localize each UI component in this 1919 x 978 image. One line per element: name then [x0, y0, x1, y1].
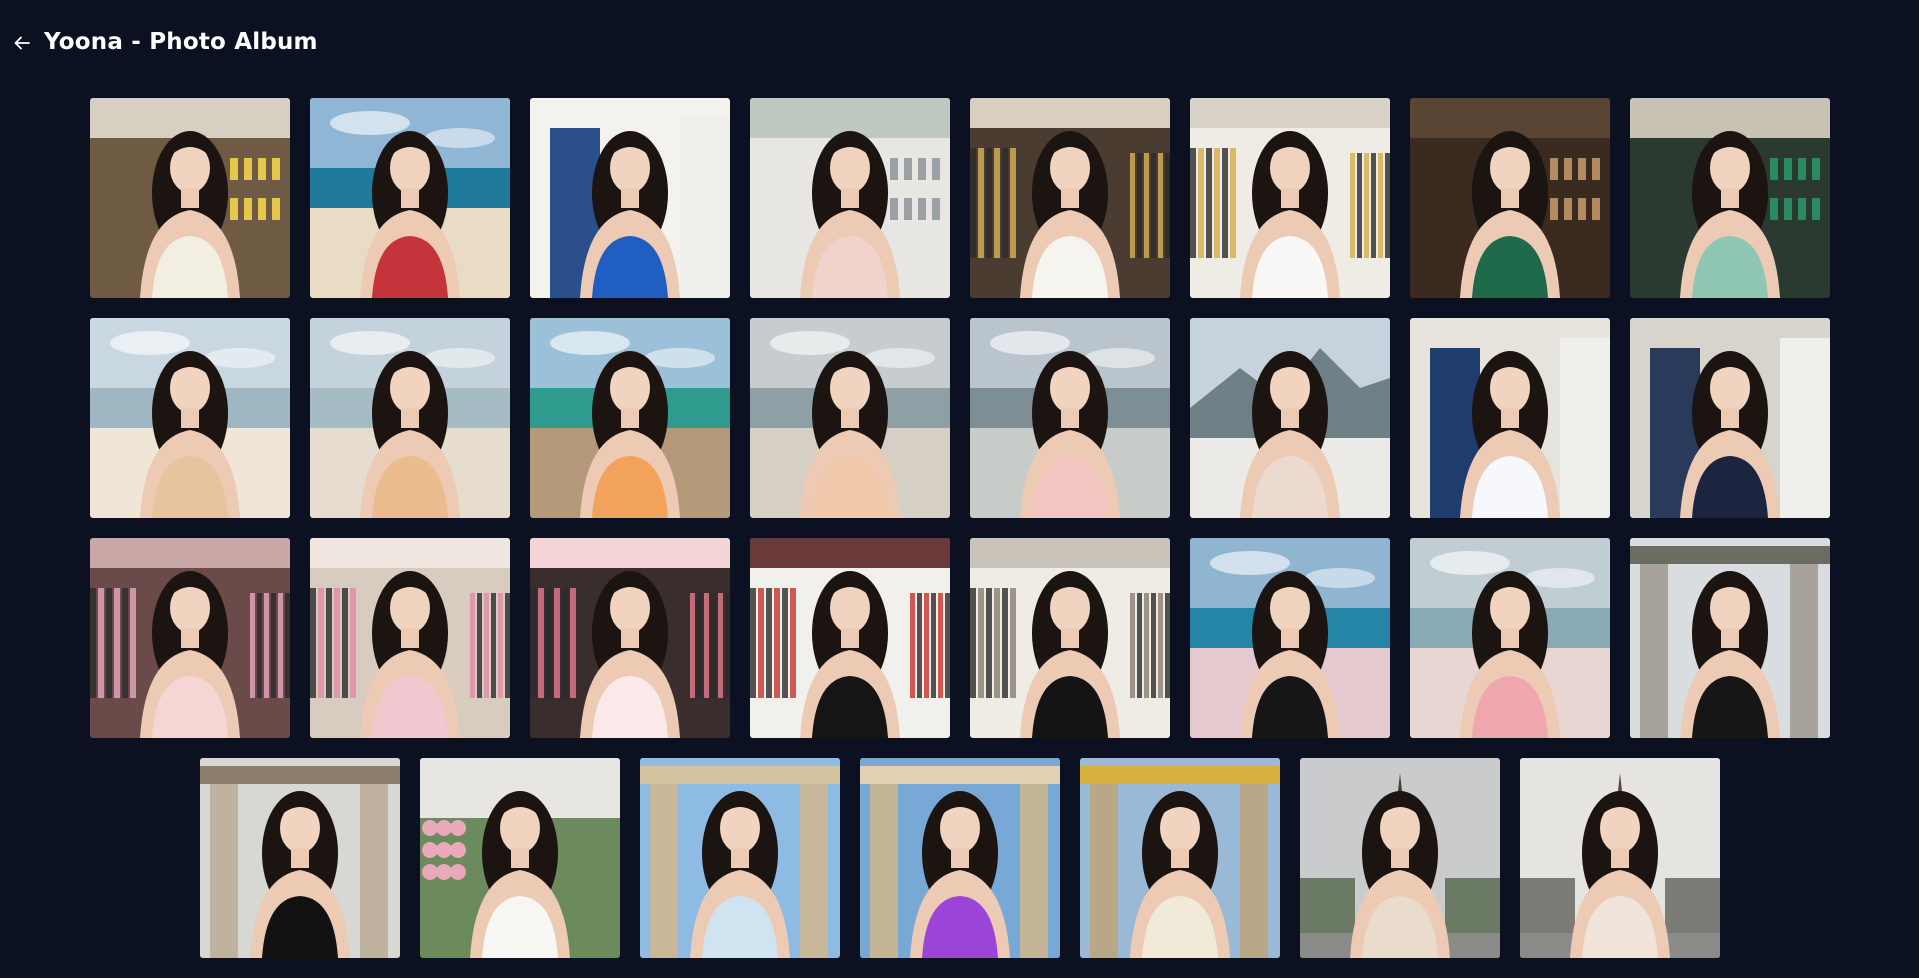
photo-thumbnail[interactable]	[859, 758, 1060, 958]
page-title: Yoona - Photo Album	[44, 29, 318, 55]
photo-thumbnail[interactable]	[1629, 98, 1830, 298]
photo-image	[1629, 318, 1830, 518]
photo-thumbnail[interactable]	[1629, 538, 1830, 738]
photo-image	[89, 318, 290, 518]
photo-thumbnail[interactable]	[1409, 98, 1610, 298]
photo-image	[199, 758, 400, 958]
photo-thumbnail[interactable]	[309, 318, 510, 518]
photo-thumbnail[interactable]	[529, 538, 730, 738]
photo-gallery	[0, 98, 1919, 978]
photo-image	[1409, 318, 1610, 518]
photo-image	[859, 758, 1060, 958]
photo-thumbnail[interactable]	[1409, 318, 1610, 518]
photo-thumbnail[interactable]	[969, 318, 1170, 518]
photo-image	[419, 758, 620, 958]
gallery-row	[0, 98, 1919, 298]
photo-image	[309, 98, 510, 298]
photo-image	[1629, 538, 1830, 738]
photo-image	[1189, 98, 1390, 298]
gallery-row	[0, 318, 1919, 518]
photo-image	[969, 98, 1170, 298]
photo-thumbnail[interactable]	[529, 98, 730, 298]
photo-image	[1629, 98, 1830, 298]
photo-thumbnail[interactable]	[1409, 538, 1610, 738]
gallery-row	[0, 758, 1919, 958]
photo-image	[749, 318, 950, 518]
photo-thumbnail[interactable]	[639, 758, 840, 958]
photo-image	[1409, 538, 1610, 738]
gallery-row	[0, 538, 1919, 738]
photo-thumbnail[interactable]	[1079, 758, 1280, 958]
photo-image	[749, 538, 950, 738]
photo-thumbnail[interactable]	[749, 98, 950, 298]
photo-thumbnail[interactable]	[309, 98, 510, 298]
photo-thumbnail[interactable]	[1189, 318, 1390, 518]
photo-image	[639, 758, 840, 958]
back-button[interactable]	[8, 22, 36, 64]
photo-thumbnail[interactable]	[1189, 538, 1390, 738]
photo-image	[969, 538, 1170, 738]
photo-image	[309, 318, 510, 518]
photo-thumbnail[interactable]	[749, 318, 950, 518]
photo-image	[529, 538, 730, 738]
photo-thumbnail[interactable]	[309, 538, 510, 738]
photo-image	[969, 318, 1170, 518]
photo-thumbnail[interactable]	[89, 318, 290, 518]
photo-image	[89, 538, 290, 738]
arrow-left-icon	[14, 36, 30, 50]
photo-image	[749, 98, 950, 298]
photo-image	[89, 98, 290, 298]
photo-thumbnail[interactable]	[1629, 318, 1830, 518]
photo-thumbnail[interactable]	[89, 98, 290, 298]
photo-thumbnail[interactable]	[969, 538, 1170, 738]
photo-thumbnail[interactable]	[419, 758, 620, 958]
photo-thumbnail[interactable]	[89, 538, 290, 738]
photo-thumbnail[interactable]	[1519, 758, 1720, 958]
photo-image	[1189, 538, 1390, 738]
photo-image	[1409, 98, 1610, 298]
photo-image	[529, 318, 730, 518]
photo-image	[529, 98, 730, 298]
photo-image	[309, 538, 510, 738]
photo-image	[1299, 758, 1500, 958]
photo-thumbnail[interactable]	[529, 318, 730, 518]
photo-image	[1189, 318, 1390, 518]
photo-thumbnail[interactable]	[1189, 98, 1390, 298]
photo-image	[1519, 758, 1720, 958]
photo-thumbnail[interactable]	[749, 538, 950, 738]
photo-thumbnail[interactable]	[969, 98, 1170, 298]
photo-image	[1079, 758, 1280, 958]
photo-thumbnail[interactable]	[199, 758, 400, 958]
photo-thumbnail[interactable]	[1299, 758, 1500, 958]
